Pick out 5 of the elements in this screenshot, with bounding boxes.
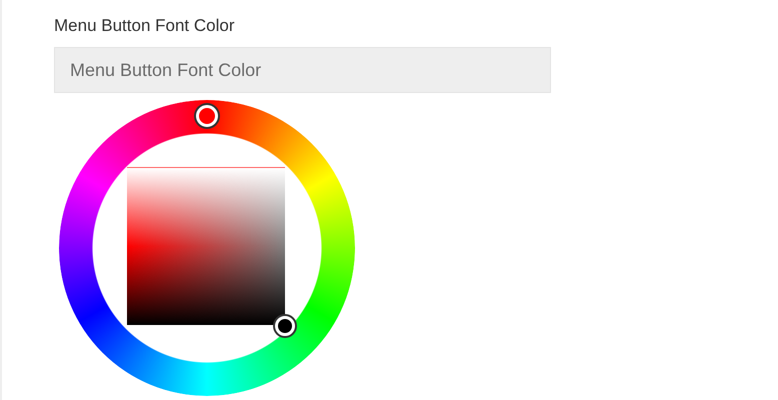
color-handle[interactable]	[275, 316, 295, 336]
saturation-lightness-square[interactable]	[127, 167, 285, 325]
field-label: Menu Button Font Color	[54, 15, 234, 37]
hue-handle[interactable]	[196, 105, 218, 127]
color-input-field[interactable]: Menu Button Font Color	[54, 47, 551, 93]
